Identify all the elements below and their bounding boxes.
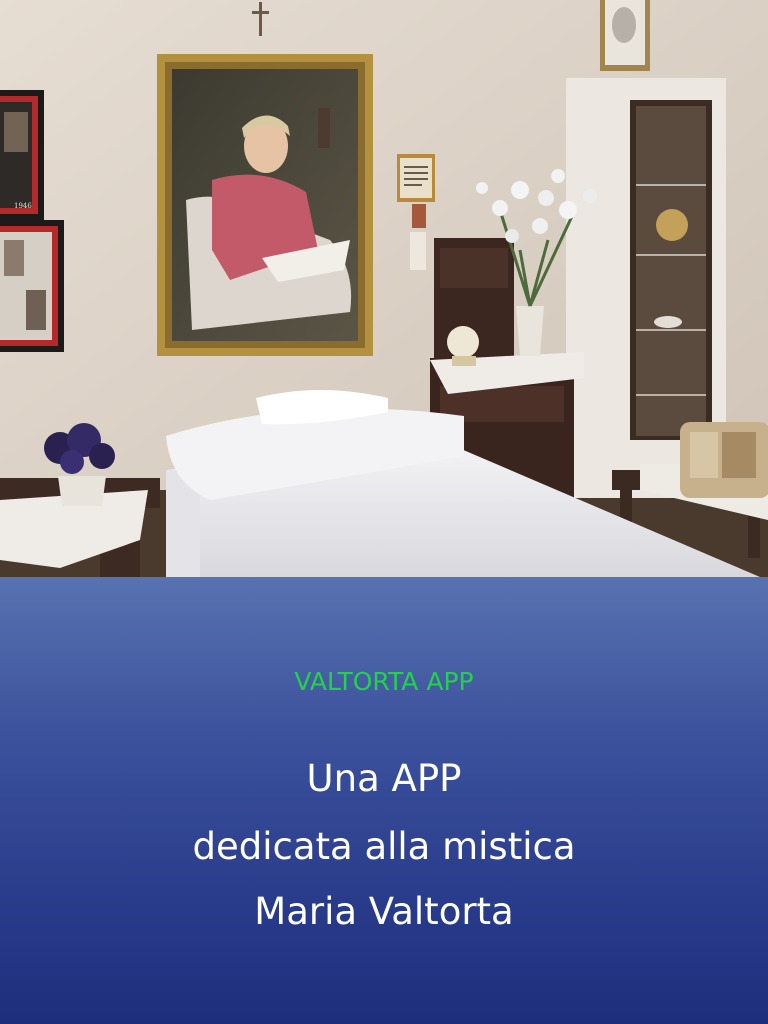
headline-line-1: Una APP — [306, 757, 462, 800]
bedroom-photo: 1946 — [0, 0, 768, 577]
headline-line-2: dedicata alla mistica — [192, 825, 576, 868]
headline-line-3: Maria Valtorta — [254, 890, 514, 933]
frame-date: 1946 — [14, 202, 32, 210]
caption-panel: VALTORTA APP Una APP dedicata alla misti… — [0, 577, 768, 1024]
portrait-painting — [157, 54, 373, 356]
small-framed-picture — [600, 0, 650, 71]
app-name-label: VALTORTA APP — [294, 667, 474, 696]
